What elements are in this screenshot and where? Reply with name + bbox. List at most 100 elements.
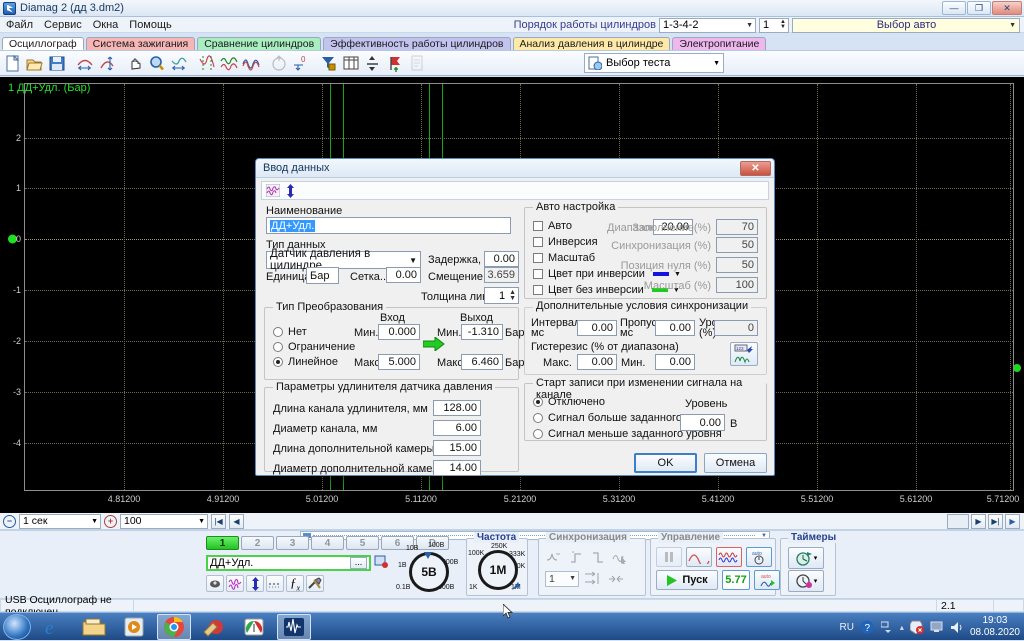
menu-item-service[interactable]: Сервис xyxy=(44,19,82,31)
diamag-icon[interactable] xyxy=(277,613,311,640)
timer-forward-button[interactable]: ▾ xyxy=(788,547,824,569)
chevron-down-icon[interactable]: ▾ xyxy=(814,577,818,585)
zoom-out-icon[interactable]: − xyxy=(3,514,16,528)
auto-measure-icon[interactable]: auto xyxy=(746,547,772,567)
waveform-pink-icon[interactable] xyxy=(226,575,244,592)
start-record-option-off[interactable]: Отключено xyxy=(533,396,605,408)
dialog-close-button[interactable]: ✕ xyxy=(740,161,771,176)
scale-horizontal-icon[interactable] xyxy=(74,52,95,74)
vertical-arrows-icon[interactable] xyxy=(283,183,298,198)
chevron-down-icon[interactable]: ▾ xyxy=(814,554,818,562)
in-max-input[interactable]: 5.000 xyxy=(378,354,420,370)
open-folder-icon[interactable] xyxy=(24,52,45,74)
save-disk-icon[interactable] xyxy=(46,52,67,74)
help-icon[interactable]: ? xyxy=(860,620,874,634)
sync-width-icon[interactable] xyxy=(607,570,625,587)
extender-row-input[interactable]: 6.00 xyxy=(433,420,481,436)
tab-power-supply[interactable]: Электропитание xyxy=(672,37,767,50)
sync-pct-input[interactable]: 50 xyxy=(716,237,758,253)
security-alert-icon[interactable] xyxy=(909,620,924,634)
filter-icon[interactable] xyxy=(318,52,339,74)
inversion-checkbox[interactable]: Инверсия xyxy=(533,236,598,248)
close-button[interactable]: ✕ xyxy=(992,1,1022,15)
windows-start-icon[interactable] xyxy=(3,613,31,640)
nav-last-button[interactable]: ▶| xyxy=(988,513,1003,529)
show-hidden-icons-button[interactable]: ▴ xyxy=(900,623,904,632)
auto-scale-icon[interactable] xyxy=(268,52,289,74)
transform-option-linear[interactable]: Линейное xyxy=(273,356,338,368)
nav-first-button[interactable]: |◀ xyxy=(211,513,226,529)
auto-checkbox[interactable]: Авто xyxy=(533,220,572,232)
level-pct-input[interactable]: 0 xyxy=(714,320,758,336)
pause-icon[interactable] xyxy=(656,547,682,567)
monitor-icon[interactable] xyxy=(930,620,944,634)
sync-level-icon[interactable] xyxy=(584,570,602,587)
transform-option-limit[interactable]: Ограничение xyxy=(273,341,355,353)
rising-edge-icon[interactable] xyxy=(567,548,585,565)
tab-cylinder-comparison[interactable]: Сравнение цилиндров xyxy=(197,37,322,50)
name-input[interactable]: ДД+Удл. xyxy=(266,217,511,234)
timer-record-button[interactable]: ▾ xyxy=(788,570,824,592)
in-min-input[interactable]: 0.000 xyxy=(378,324,420,340)
new-file-icon[interactable] xyxy=(2,52,23,74)
tab-cylinder-pressure-analysis[interactable]: Анализ давления в цилиндре xyxy=(512,37,671,50)
tab-oscilloscope[interactable]: Осциллограф xyxy=(2,37,84,50)
hysteresis-min-input[interactable]: 0.00 xyxy=(655,354,695,370)
report-page-icon[interactable] xyxy=(406,52,427,74)
transform-option-none[interactable]: Нет xyxy=(273,326,307,338)
skip-input[interactable]: 0.00 xyxy=(655,320,695,336)
cursor-measure-icon[interactable] xyxy=(196,52,217,74)
waveform-settings-button[interactable]: 123 xyxy=(730,342,758,366)
extender-row-input[interactable]: 14.00 xyxy=(433,460,481,476)
fill-input[interactable]: 70 xyxy=(716,219,758,235)
ie-browser-icon[interactable]: e xyxy=(37,614,71,640)
media-player-icon[interactable] xyxy=(117,614,151,640)
ccleaner-icon[interactable] xyxy=(197,614,231,640)
zero-pos-input[interactable]: 50 xyxy=(716,257,758,273)
table-icon[interactable] xyxy=(340,52,361,74)
cancel-button[interactable]: Отмена xyxy=(704,453,767,473)
nav-end-button[interactable]: ▶ xyxy=(1005,513,1020,529)
start-button[interactable]: Пуск xyxy=(656,570,718,590)
start-record-level-input[interactable]: 0.00 xyxy=(680,414,725,431)
hand-pan-icon[interactable] xyxy=(124,52,145,74)
tools-icon[interactable] xyxy=(306,575,324,592)
interval-input[interactable]: 0.00 xyxy=(577,320,617,336)
speedfan-icon[interactable] xyxy=(237,614,271,640)
menu-item-help[interactable]: Помощь xyxy=(129,19,172,31)
delay-input[interactable]: 0.00 xyxy=(484,251,519,267)
frequency-knob[interactable]: 1M xyxy=(478,550,520,590)
probe-icon[interactable] xyxy=(206,575,224,592)
out-min-input[interactable]: -1.310 xyxy=(461,324,503,340)
minimize-button[interactable]: — xyxy=(942,1,966,15)
channel-button-2[interactable]: 2 xyxy=(241,536,274,550)
tab-cylinder-efficiency[interactable]: Эффективность работы цилиндров xyxy=(323,37,511,50)
scale-pct-input[interactable]: 100 xyxy=(716,277,758,293)
maximize-button[interactable]: ❐ xyxy=(967,1,991,15)
sync-channel-select[interactable]: 1 ▼ xyxy=(545,570,579,587)
sine-wave-icon[interactable] xyxy=(686,547,712,567)
channel-button-5[interactable]: 5 xyxy=(346,536,379,550)
zero-offset-input[interactable]: 3.659 xyxy=(484,267,519,283)
vehicle-select[interactable]: Выбор авто ▼ xyxy=(792,17,1020,33)
network-icon[interactable] xyxy=(880,620,894,634)
zoom-magnifier-icon[interactable] xyxy=(146,52,167,74)
tray-clock[interactable]: 19:03 08.08.2020 xyxy=(970,615,1020,639)
chrome-icon[interactable] xyxy=(157,613,191,640)
nav-prev-button[interactable]: ◀ xyxy=(229,513,244,529)
hysteresis-max-input[interactable]: 0.00 xyxy=(577,354,617,370)
dashed-line-icon[interactable] xyxy=(266,575,284,592)
marker-flag-icon[interactable] xyxy=(384,52,405,74)
auto-trigger-icon[interactable]: auto xyxy=(754,570,780,590)
measured-value[interactable]: 5.77 xyxy=(722,570,750,590)
zero-level-icon[interactable]: 0 xyxy=(290,52,311,74)
ok-button[interactable]: OK xyxy=(634,453,697,473)
tab-ignition-system[interactable]: Система зажигания xyxy=(85,37,196,50)
test-select[interactable]: Выбор теста ▼ xyxy=(584,53,724,73)
scale-vertical-icon[interactable] xyxy=(96,52,117,74)
timebase-select[interactable]: 1 сек ▼ xyxy=(19,513,101,529)
extender-row-input[interactable]: 128.00 xyxy=(433,400,481,416)
fit-width-icon[interactable] xyxy=(168,52,189,74)
extender-row-input[interactable]: 15.00 xyxy=(433,440,481,456)
waveform-edit-icon[interactable] xyxy=(265,183,280,198)
